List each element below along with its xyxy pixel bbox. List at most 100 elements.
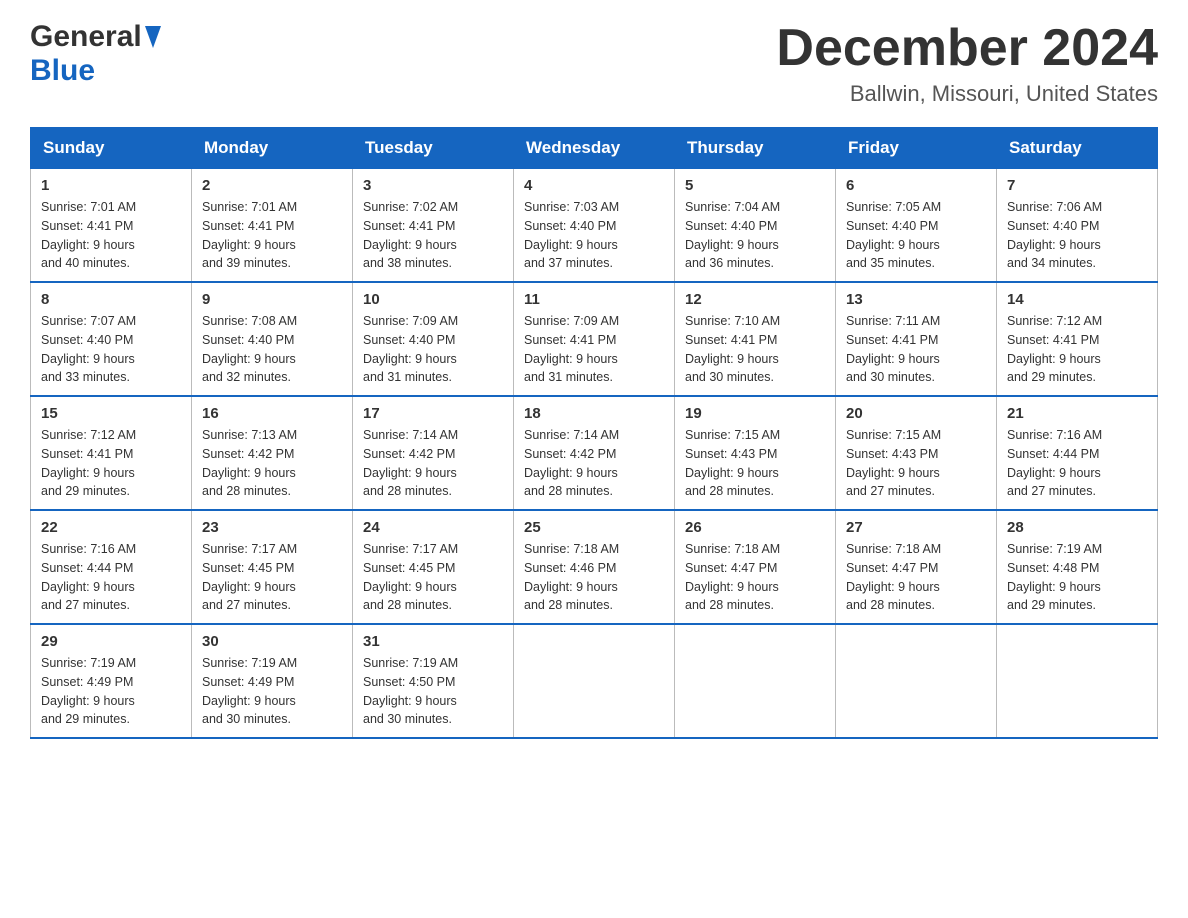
day-info: Sunrise: 7:14 AM Sunset: 4:42 PM Dayligh… (524, 428, 619, 498)
logo-general-text: General (30, 20, 142, 54)
day-number: 29 (41, 633, 181, 650)
day-number: 25 (524, 519, 664, 536)
calendar-subtitle: Ballwin, Missouri, United States (776, 81, 1158, 107)
day-cell: 1 Sunrise: 7:01 AM Sunset: 4:41 PM Dayli… (31, 169, 192, 283)
logo-blue-text: Blue (30, 54, 95, 87)
day-cell: 23 Sunrise: 7:17 AM Sunset: 4:45 PM Dayl… (192, 510, 353, 624)
week-row-1: 1 Sunrise: 7:01 AM Sunset: 4:41 PM Dayli… (31, 169, 1158, 283)
day-info: Sunrise: 7:19 AM Sunset: 4:49 PM Dayligh… (41, 656, 136, 726)
header-cell-tuesday: Tuesday (353, 128, 514, 169)
day-info: Sunrise: 7:09 AM Sunset: 4:41 PM Dayligh… (524, 314, 619, 384)
header: General Blue December 2024 Ballwin, Miss… (30, 20, 1158, 107)
day-number: 18 (524, 405, 664, 422)
header-cell-thursday: Thursday (675, 128, 836, 169)
day-cell: 27 Sunrise: 7:18 AM Sunset: 4:47 PM Dayl… (836, 510, 997, 624)
day-cell: 24 Sunrise: 7:17 AM Sunset: 4:45 PM Dayl… (353, 510, 514, 624)
day-info: Sunrise: 7:16 AM Sunset: 4:44 PM Dayligh… (1007, 428, 1102, 498)
day-cell: 22 Sunrise: 7:16 AM Sunset: 4:44 PM Dayl… (31, 510, 192, 624)
day-info: Sunrise: 7:17 AM Sunset: 4:45 PM Dayligh… (202, 542, 297, 612)
day-info: Sunrise: 7:05 AM Sunset: 4:40 PM Dayligh… (846, 200, 941, 270)
day-number: 2 (202, 177, 342, 194)
week-row-4: 22 Sunrise: 7:16 AM Sunset: 4:44 PM Dayl… (31, 510, 1158, 624)
header-cell-wednesday: Wednesday (514, 128, 675, 169)
calendar-body: 1 Sunrise: 7:01 AM Sunset: 4:41 PM Dayli… (31, 169, 1158, 739)
day-info: Sunrise: 7:06 AM Sunset: 4:40 PM Dayligh… (1007, 200, 1102, 270)
day-cell: 25 Sunrise: 7:18 AM Sunset: 4:46 PM Dayl… (514, 510, 675, 624)
day-info: Sunrise: 7:02 AM Sunset: 4:41 PM Dayligh… (363, 200, 458, 270)
header-cell-monday: Monday (192, 128, 353, 169)
day-number: 23 (202, 519, 342, 536)
day-cell: 16 Sunrise: 7:13 AM Sunset: 4:42 PM Dayl… (192, 396, 353, 510)
day-number: 12 (685, 291, 825, 308)
day-info: Sunrise: 7:07 AM Sunset: 4:40 PM Dayligh… (41, 314, 136, 384)
day-cell: 11 Sunrise: 7:09 AM Sunset: 4:41 PM Dayl… (514, 282, 675, 396)
day-number: 28 (1007, 519, 1147, 536)
week-row-3: 15 Sunrise: 7:12 AM Sunset: 4:41 PM Dayl… (31, 396, 1158, 510)
day-number: 7 (1007, 177, 1147, 194)
week-row-5: 29 Sunrise: 7:19 AM Sunset: 4:49 PM Dayl… (31, 624, 1158, 738)
header-cell-saturday: Saturday (997, 128, 1158, 169)
day-cell: 21 Sunrise: 7:16 AM Sunset: 4:44 PM Dayl… (997, 396, 1158, 510)
header-cell-friday: Friday (836, 128, 997, 169)
day-number: 27 (846, 519, 986, 536)
day-cell: 13 Sunrise: 7:11 AM Sunset: 4:41 PM Dayl… (836, 282, 997, 396)
day-info: Sunrise: 7:15 AM Sunset: 4:43 PM Dayligh… (846, 428, 941, 498)
day-cell: 3 Sunrise: 7:02 AM Sunset: 4:41 PM Dayli… (353, 169, 514, 283)
day-info: Sunrise: 7:04 AM Sunset: 4:40 PM Dayligh… (685, 200, 780, 270)
day-info: Sunrise: 7:08 AM Sunset: 4:40 PM Dayligh… (202, 314, 297, 384)
day-cell: 29 Sunrise: 7:19 AM Sunset: 4:49 PM Dayl… (31, 624, 192, 738)
day-number: 26 (685, 519, 825, 536)
day-cell: 31 Sunrise: 7:19 AM Sunset: 4:50 PM Dayl… (353, 624, 514, 738)
day-cell: 20 Sunrise: 7:15 AM Sunset: 4:43 PM Dayl… (836, 396, 997, 510)
calendar-title: December 2024 (776, 20, 1158, 77)
day-info: Sunrise: 7:19 AM Sunset: 4:50 PM Dayligh… (363, 656, 458, 726)
day-cell: 10 Sunrise: 7:09 AM Sunset: 4:40 PM Dayl… (353, 282, 514, 396)
day-info: Sunrise: 7:15 AM Sunset: 4:43 PM Dayligh… (685, 428, 780, 498)
day-cell: 26 Sunrise: 7:18 AM Sunset: 4:47 PM Dayl… (675, 510, 836, 624)
day-cell: 28 Sunrise: 7:19 AM Sunset: 4:48 PM Dayl… (997, 510, 1158, 624)
day-cell (997, 624, 1158, 738)
day-number: 13 (846, 291, 986, 308)
day-cell: 17 Sunrise: 7:14 AM Sunset: 4:42 PM Dayl… (353, 396, 514, 510)
day-info: Sunrise: 7:18 AM Sunset: 4:46 PM Dayligh… (524, 542, 619, 612)
day-number: 31 (363, 633, 503, 650)
day-cell: 8 Sunrise: 7:07 AM Sunset: 4:40 PM Dayli… (31, 282, 192, 396)
day-cell: 14 Sunrise: 7:12 AM Sunset: 4:41 PM Dayl… (997, 282, 1158, 396)
day-number: 10 (363, 291, 503, 308)
day-info: Sunrise: 7:12 AM Sunset: 4:41 PM Dayligh… (1007, 314, 1102, 384)
day-info: Sunrise: 7:17 AM Sunset: 4:45 PM Dayligh… (363, 542, 458, 612)
header-cell-sunday: Sunday (31, 128, 192, 169)
day-number: 6 (846, 177, 986, 194)
day-cell: 4 Sunrise: 7:03 AM Sunset: 4:40 PM Dayli… (514, 169, 675, 283)
day-number: 20 (846, 405, 986, 422)
day-info: Sunrise: 7:03 AM Sunset: 4:40 PM Dayligh… (524, 200, 619, 270)
day-number: 8 (41, 291, 181, 308)
day-info: Sunrise: 7:10 AM Sunset: 4:41 PM Dayligh… (685, 314, 780, 384)
day-number: 30 (202, 633, 342, 650)
day-number: 4 (524, 177, 664, 194)
day-number: 16 (202, 405, 342, 422)
day-info: Sunrise: 7:12 AM Sunset: 4:41 PM Dayligh… (41, 428, 136, 498)
day-number: 14 (1007, 291, 1147, 308)
day-number: 5 (685, 177, 825, 194)
day-cell: 9 Sunrise: 7:08 AM Sunset: 4:40 PM Dayli… (192, 282, 353, 396)
day-number: 1 (41, 177, 181, 194)
day-cell: 30 Sunrise: 7:19 AM Sunset: 4:49 PM Dayl… (192, 624, 353, 738)
day-number: 24 (363, 519, 503, 536)
header-row: SundayMondayTuesdayWednesdayThursdayFrid… (31, 128, 1158, 169)
day-info: Sunrise: 7:19 AM Sunset: 4:48 PM Dayligh… (1007, 542, 1102, 612)
day-info: Sunrise: 7:01 AM Sunset: 4:41 PM Dayligh… (202, 200, 297, 270)
logo-triangle-icon (145, 26, 161, 53)
day-number: 22 (41, 519, 181, 536)
day-cell (836, 624, 997, 738)
day-info: Sunrise: 7:13 AM Sunset: 4:42 PM Dayligh… (202, 428, 297, 498)
day-info: Sunrise: 7:14 AM Sunset: 4:42 PM Dayligh… (363, 428, 458, 498)
day-cell: 2 Sunrise: 7:01 AM Sunset: 4:41 PM Dayli… (192, 169, 353, 283)
day-number: 21 (1007, 405, 1147, 422)
day-info: Sunrise: 7:09 AM Sunset: 4:40 PM Dayligh… (363, 314, 458, 384)
day-cell: 12 Sunrise: 7:10 AM Sunset: 4:41 PM Dayl… (675, 282, 836, 396)
day-cell: 5 Sunrise: 7:04 AM Sunset: 4:40 PM Dayli… (675, 169, 836, 283)
day-cell (675, 624, 836, 738)
title-area: December 2024 Ballwin, Missouri, United … (776, 20, 1158, 107)
day-info: Sunrise: 7:01 AM Sunset: 4:41 PM Dayligh… (41, 200, 136, 270)
